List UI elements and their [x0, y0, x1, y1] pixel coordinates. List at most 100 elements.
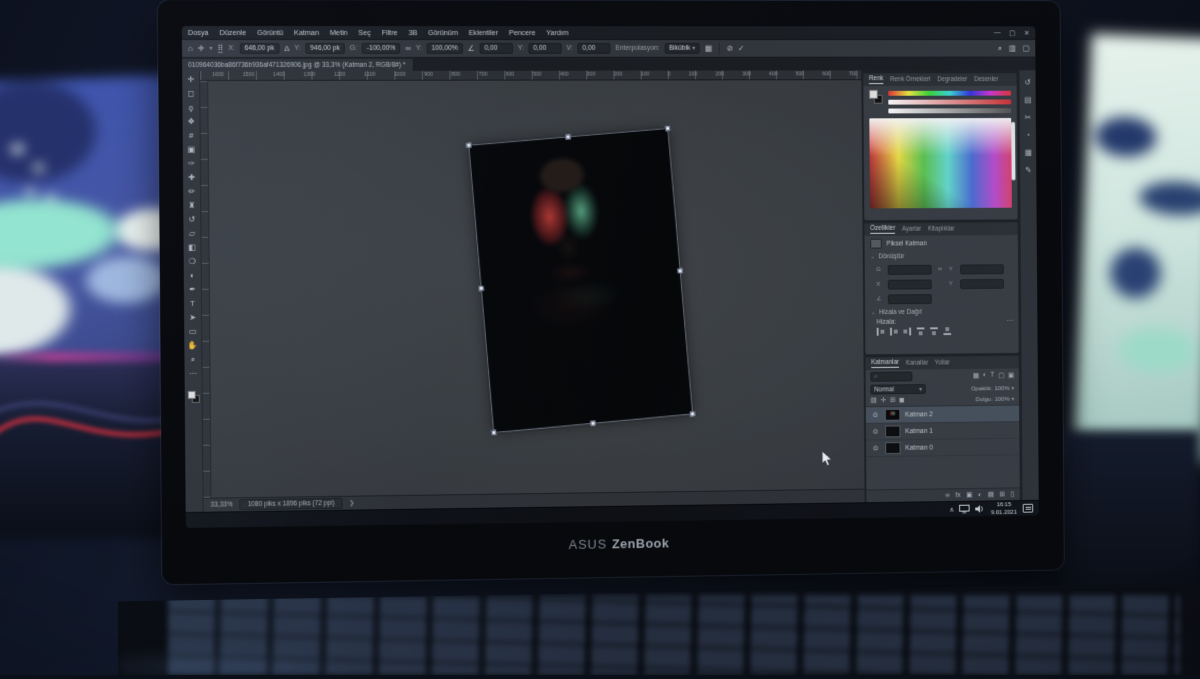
eyedropper-tool[interactable]: ✑ — [184, 157, 198, 170]
link-dimensions-icon[interactable]: ∞ — [405, 44, 411, 53]
angle-input[interactable]: 0,00 — [480, 43, 513, 54]
fill-control[interactable]: Dolgu: 100% ▾ — [976, 395, 1015, 402]
menu-item[interactable]: Görünüm — [428, 28, 458, 37]
maximize-button[interactable]: ▢ — [1009, 29, 1015, 37]
adjustment-layer-icon[interactable]: ◐ — [978, 491, 982, 498]
layer-thumbnail[interactable] — [885, 409, 900, 421]
tab-yollar[interactable]: Yollar — [935, 359, 950, 366]
layer-search-input[interactable]: ⌕ — [870, 372, 912, 382]
transform-handle-bottom-left[interactable] — [491, 430, 496, 435]
dodge-tool[interactable]: ◐ — [185, 269, 199, 282]
x-field[interactable] — [888, 279, 932, 289]
frame-tool[interactable]: ▣ — [184, 143, 198, 156]
zoom-tool[interactable]: ⌕ — [186, 353, 200, 366]
angle-field[interactable] — [888, 294, 932, 304]
tab-desenler[interactable]: Desenler — [974, 76, 998, 83]
pen-tool[interactable]: ✒ — [185, 283, 199, 296]
current-tool-icon[interactable]: ✛ — [198, 44, 205, 53]
eye-icon[interactable]: ⊙ — [871, 444, 881, 452]
menu-item[interactable]: Yardım — [546, 28, 568, 37]
panel-scrollbar[interactable] — [1011, 122, 1015, 181]
w-field[interactable] — [888, 264, 932, 274]
menu-item[interactable]: Metin — [330, 28, 348, 37]
dock-history-icon[interactable]: ↺ — [1024, 78, 1030, 87]
hand-tool[interactable]: ✋ — [186, 339, 200, 352]
eraser-tool[interactable]: ▱ — [185, 227, 199, 240]
Katman 0[interactable]: ⊙ Katman 0 — [866, 439, 1019, 458]
interpolation-select[interactable]: Bikübik ▾ — [664, 43, 700, 54]
h-field[interactable] — [960, 264, 1004, 274]
more-options-icon[interactable]: ⋯ — [1006, 317, 1012, 325]
marquee-tool[interactable]: ◻ — [184, 87, 198, 100]
blur-tool[interactable]: ❍ — [185, 255, 199, 268]
width-input[interactable]: -100,00% — [362, 43, 401, 54]
canvas[interactable] — [200, 80, 864, 498]
taskbar-clock[interactable]: 16:15 9.01.2021 — [991, 501, 1017, 515]
lock-all-icon[interactable]: ◼ — [899, 396, 904, 404]
Katman 1[interactable]: ⊙ Katman 1 — [866, 422, 1019, 440]
tray-chevron-icon[interactable]: ∧ — [949, 505, 954, 513]
tab-renk-ornekleri[interactable]: Renk Örnekleri — [890, 76, 931, 83]
transform-layer-image[interactable] — [468, 128, 693, 433]
link-icon[interactable]: ∞ — [933, 266, 946, 273]
transform-handle-middle-left[interactable] — [479, 286, 484, 291]
align-right-icon[interactable] — [903, 328, 911, 336]
opacity-control[interactable]: Opaklık: 100% ▾ — [971, 385, 1014, 392]
blend-mode-select[interactable]: Normal ▾ — [870, 384, 925, 394]
lasso-tool[interactable]: ϙ — [184, 101, 198, 114]
foreground-color[interactable] — [869, 90, 878, 99]
delete-layer-icon[interactable]: ▯ — [1010, 490, 1014, 498]
document-tab[interactable]: 010964036ba86f736b936af471326906.jpg @ 3… — [182, 59, 414, 71]
menu-item[interactable]: Eklentiler — [469, 28, 498, 37]
menu-item[interactable]: Görüntü — [257, 28, 283, 37]
layer-effects-icon[interactable]: fx — [955, 492, 960, 499]
layer-thumbnail[interactable] — [885, 442, 900, 454]
shape-tool[interactable]: ▭ — [186, 325, 200, 338]
align-top-icon[interactable] — [917, 327, 925, 335]
tab-kanallar[interactable]: Kanallar — [906, 360, 928, 367]
object-selection-tool[interactable]: ❖ — [184, 115, 198, 128]
transform-handle-bottom-right[interactable] — [690, 411, 695, 416]
tab-degradeler[interactable]: Degradeler — [937, 76, 967, 83]
minimize-button[interactable]: — — [994, 29, 1001, 37]
transform-handle-top-center[interactable] — [565, 134, 570, 139]
tab-kitapliklar[interactable]: Kitaplıklar — [928, 226, 955, 233]
gray-slider[interactable] — [888, 108, 1011, 113]
cancel-transform-icon[interactable]: ⊘ — [727, 44, 734, 53]
tab-katmanlar[interactable]: Katmanlar — [871, 359, 899, 368]
type-tool[interactable]: T — [185, 297, 199, 310]
filter-adjustment-icon[interactable]: ◐ — [983, 372, 987, 380]
search-icon[interactable]: ⌕ — [998, 43, 1002, 53]
height-input[interactable]: 100,00% — [427, 43, 463, 54]
menu-item[interactable]: Düzenle — [219, 28, 246, 37]
tab-renk[interactable]: Renk — [869, 75, 883, 84]
dock-info-icon[interactable]: ◔ — [1026, 131, 1030, 140]
hue-slider[interactable] — [888, 91, 1011, 96]
eye-icon[interactable]: ⊙ — [871, 411, 881, 419]
clone-stamp-tool[interactable]: ♜ — [185, 199, 199, 212]
display-icon[interactable] — [960, 505, 971, 514]
lock-artboard-icon[interactable]: ⊞ — [890, 396, 896, 404]
lock-position-icon[interactable]: ✛ — [880, 396, 886, 404]
align-center-v-icon[interactable] — [930, 327, 938, 335]
workspace-icon[interactable]: ▥ — [1009, 44, 1016, 53]
red-slider[interactable] — [888, 99, 1011, 104]
menu-item[interactable]: Dosya — [188, 28, 209, 37]
foreground-swatch[interactable] — [188, 391, 196, 399]
healing-brush-tool[interactable]: ✚ — [184, 171, 198, 184]
brush-tool[interactable]: ✏ — [185, 185, 199, 198]
align-left-icon[interactable] — [877, 328, 885, 336]
foreground-background-swatch[interactable] — [869, 90, 882, 104]
new-layer-icon[interactable]: ⊞ — [999, 491, 1004, 499]
layer-mask-icon[interactable]: ▣ — [966, 491, 972, 499]
dock-swatches-icon[interactable]: ▤ — [1024, 96, 1031, 105]
eye-icon[interactable]: ⊙ — [871, 428, 881, 436]
commit-transform-icon[interactable]: ✓ — [738, 44, 745, 53]
lock-transparency-icon[interactable]: ▨ — [870, 396, 876, 404]
reference-point-icon[interactable]: ⣿ — [217, 44, 223, 53]
filter-smart-icon[interactable]: ▣ — [1008, 371, 1014, 379]
filter-shape-icon[interactable]: ▢ — [998, 372, 1004, 380]
filter-type-icon[interactable]: T — [990, 372, 994, 380]
Katman 2[interactable]: ⊙ Katman 2 — [866, 406, 1019, 424]
zoom-level[interactable]: 33,33% — [211, 501, 233, 508]
